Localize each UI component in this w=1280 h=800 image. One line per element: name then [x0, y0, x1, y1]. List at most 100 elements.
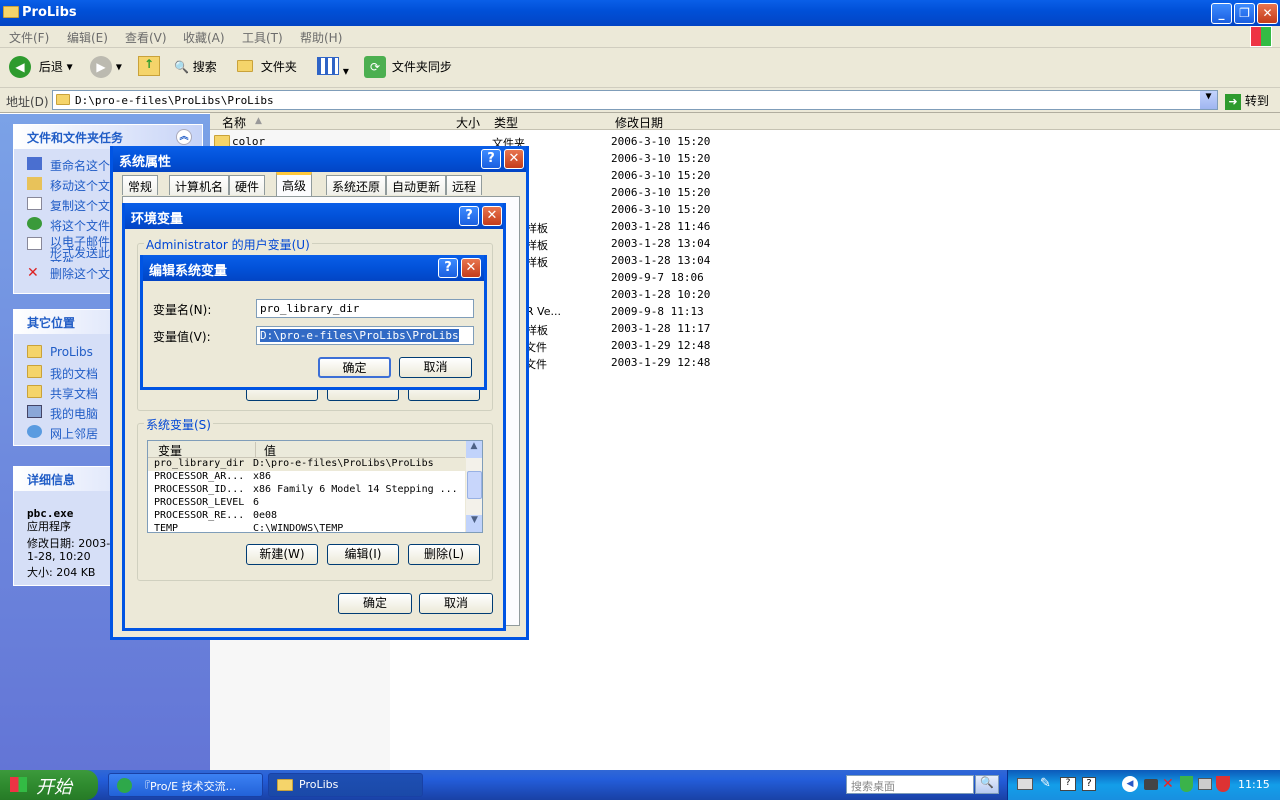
window-title-bar[interactable]: ProLibs _ ❐ ✕ [0, 0, 1280, 26]
close-button[interactable]: ✕ [504, 149, 524, 169]
close-button[interactable]: ✕ [482, 206, 502, 226]
desktop-search-input[interactable]: 搜索桌面 [846, 775, 974, 794]
expand-tray-icon[interactable]: ◀ [1122, 776, 1138, 792]
start-button[interactable]: 开始 [0, 770, 98, 800]
env-variable-row[interactable]: PROCESSOR_LEVEL 6 [148, 497, 482, 510]
env-variable-name: PROCESSOR_LEVEL [154, 497, 245, 508]
close-button[interactable]: ✕ [461, 258, 481, 278]
environment-variables-title-bar[interactable]: 环境变量 ? ✕ [125, 203, 503, 229]
address-dropdown-arrow[interactable]: ▼ [1200, 91, 1217, 109]
column-size[interactable]: 大小 [456, 114, 480, 131]
folder-icon [3, 6, 19, 18]
close-button[interactable]: ✕ [1257, 3, 1278, 24]
env-variable-row[interactable]: PROCESSOR_ID... x86 Family 6 Model 14 Ste… [148, 484, 482, 497]
move-icon [27, 177, 42, 190]
env-rows: pro_library_dir D:\pro-e-files\ProLibs\Pr… [148, 458, 482, 532]
language-icon[interactable]: ? [1060, 777, 1076, 791]
network-x-icon[interactable]: ✕ [1162, 776, 1174, 792]
header-variable[interactable]: 变量 [158, 442, 182, 459]
tab-hardware[interactable]: 硬件 [229, 175, 266, 195]
menu-view[interactable]: 查看(V) [125, 29, 167, 46]
tab-system-restore[interactable]: 系统还原 [326, 175, 387, 195]
ok-button[interactable]: 确定 [338, 593, 412, 614]
column-type[interactable]: 类型 [494, 114, 518, 131]
variable-value-label: 变量值(V): [153, 330, 211, 344]
help-button[interactable]: ? [438, 258, 458, 278]
edit-button[interactable]: 编辑(I) [327, 544, 399, 565]
delete-button[interactable]: 删除(L) [408, 544, 480, 565]
windows-flag-icon [10, 777, 27, 792]
keyboard-icon[interactable] [1017, 778, 1033, 790]
restore-button[interactable]: ❐ [1234, 3, 1255, 24]
new-button[interactable]: 新建(W) [246, 544, 318, 565]
back-button[interactable]: ◀ 后退 ▾ [9, 56, 73, 78]
cancel-button[interactable]: 取消 [399, 357, 472, 378]
variable-name-input[interactable]: pro_library_dir [256, 299, 474, 318]
column-date[interactable]: 修改日期 [615, 114, 663, 131]
scroll-down-arrow[interactable]: ▼ [466, 515, 482, 532]
minimize-button[interactable]: _ [1211, 3, 1232, 24]
system-properties-title-bar[interactable]: 系统属性 ? ✕ [113, 146, 526, 172]
system-variables-group: 系统变量(S) 变量 值 pro_library_dir D:\pro-e-fil… [137, 416, 493, 581]
desktop-search-button[interactable]: 🔍 [975, 775, 999, 794]
menu-favorites[interactable]: 收藏(A) [183, 29, 225, 46]
system-tray: ✎ ? ? ◀ ✕ 11:15 [1007, 770, 1280, 800]
scroll-thumb[interactable] [467, 471, 482, 499]
variable-value-input[interactable]: D:\pro-e-files\ProLibs\ProLibs [256, 326, 474, 345]
help-button[interactable]: ? [481, 149, 501, 169]
folders-button[interactable]: 文件夹 [237, 58, 297, 75]
help-button[interactable]: ? [459, 206, 479, 226]
taskbar-item-prolibs[interactable]: ProLibs [268, 773, 423, 797]
help-icon[interactable]: ? [1082, 777, 1096, 791]
tab-advanced[interactable]: 高级 [276, 172, 313, 196]
header-value[interactable]: 值 [255, 442, 276, 459]
address-input[interactable]: D:\pro-e-files\ProLibs\ProLibs ▼ [52, 90, 1218, 110]
taskbar-item-browser[interactable]: 『Pro/E 技术交流... [108, 773, 263, 797]
address-label: 地址(D) [6, 95, 49, 109]
scroll-up-arrow[interactable]: ▲ [466, 441, 482, 458]
edit-variable-title-bar[interactable]: 编辑系统变量 ? ✕ [143, 255, 484, 281]
views-button[interactable]: ▾ [317, 57, 349, 78]
column-name[interactable]: 名称 [222, 114, 246, 131]
globe-icon [27, 217, 42, 230]
collapse-icon[interactable]: ︽ [176, 129, 192, 145]
windows-logo-icon [1250, 26, 1272, 47]
folder-icon [27, 345, 42, 358]
up-folder-button[interactable]: ↑ [138, 56, 160, 76]
menu-edit[interactable]: 编辑(E) [67, 29, 108, 46]
list-header: 变量 值 [148, 441, 482, 459]
clock[interactable]: 11:15 [1238, 778, 1270, 791]
env-variable-row[interactable]: TEMP C:\WINDOWS\TEMP [148, 523, 482, 532]
taskbar: 开始 『Pro/E 技术交流... ProLibs 搜索桌面 🔍 ✎ ? ? ◀… [0, 770, 1280, 800]
menu-help[interactable]: 帮助(H) [300, 29, 342, 46]
shield-icon[interactable] [1180, 776, 1193, 792]
cancel-button[interactable]: 取消 [419, 593, 493, 614]
env-variable-value: 0e08 [253, 510, 278, 521]
search-button[interactable]: 🔍 搜索 [174, 58, 217, 75]
antivirus-icon[interactable] [1216, 776, 1230, 792]
file-date: 2006-3-10 15:20 [611, 135, 711, 148]
file-date: 2006-3-10 15:20 [611, 169, 711, 182]
forward-button[interactable]: ▶ ▾ [90, 56, 122, 78]
folder-sync-button[interactable]: ⟳ 文件夹同步 [364, 56, 452, 78]
user-variables-label: Administrator 的用户变量(U) [144, 236, 312, 253]
monitor-icon[interactable] [1198, 778, 1212, 790]
system-variables-list[interactable]: 变量 值 pro_library_dir D:\pro-e-files\ProLi… [147, 440, 483, 533]
menu-file[interactable]: 文件(F) [9, 29, 49, 46]
pen-icon[interactable]: ✎ [1040, 776, 1051, 791]
tab-computer-name[interactable]: 计算机名 [169, 175, 230, 195]
camera-icon[interactable] [1144, 779, 1158, 790]
tab-auto-update[interactable]: 自动更新 [386, 175, 447, 195]
ok-button[interactable]: 确定 [318, 357, 391, 378]
go-button[interactable]: ➜ 转到 [1225, 92, 1269, 110]
details-content: pbc.exe 应用程序 修改日期: 2003-1-28, 10:20 大小: … [14, 491, 112, 581]
env-variable-value: 6 [253, 497, 260, 508]
tab-remote[interactable]: 远程 [446, 175, 483, 195]
scrollbar[interactable]: ▲ ▼ [465, 441, 482, 532]
env-variable-row[interactable]: PROCESSOR_RE... 0e08 [148, 510, 482, 523]
tab-general[interactable]: 常规 [122, 175, 159, 195]
env-variable-row[interactable]: PROCESSOR_AR... x86 [148, 471, 482, 484]
menu-tools[interactable]: 工具(T) [242, 29, 283, 46]
env-variable-value: x86 [253, 471, 272, 482]
env-variable-row[interactable]: pro_library_dir D:\pro-e-files\ProLibs\Pr… [148, 458, 482, 471]
